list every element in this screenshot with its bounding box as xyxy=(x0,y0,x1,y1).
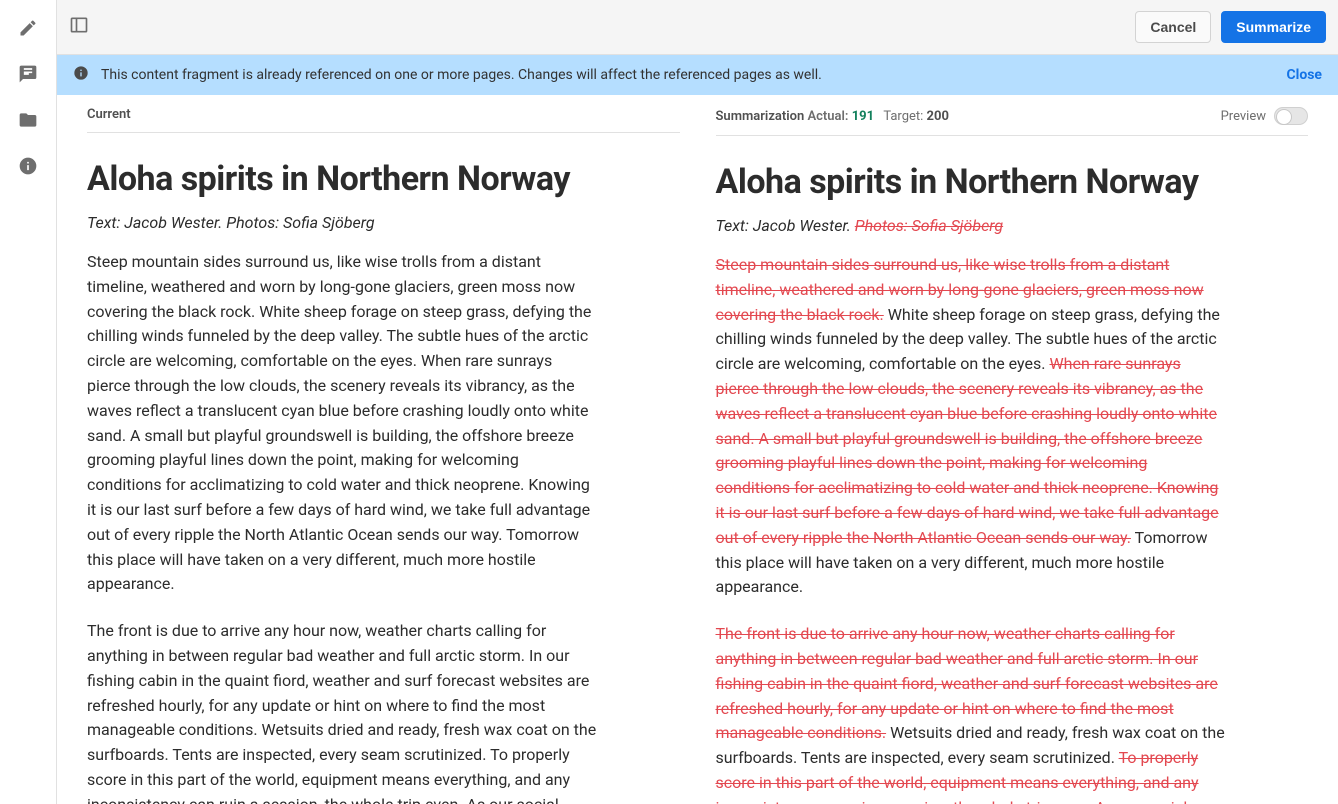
summary-byline: Text: Jacob Wester. Photos: Sofia Sjöber… xyxy=(716,216,1315,235)
side-panel-toggle-icon[interactable] xyxy=(69,15,89,39)
left-rail xyxy=(0,0,57,804)
edit-icon[interactable] xyxy=(18,18,38,38)
summary-column: Summarization Actual: 191 Target: 200 Pr… xyxy=(698,95,1327,804)
target-value: 200 xyxy=(927,109,949,124)
target-label: Target: xyxy=(883,109,923,124)
compare-content: Current Aloha spirits in Northern Norway… xyxy=(57,95,1338,804)
banner-message: This content fragment is already referen… xyxy=(101,67,822,83)
summary-paragraph-2: The front is due to arrive any hour now,… xyxy=(716,622,1226,804)
top-bar: Cancel Summarize xyxy=(57,0,1338,55)
current-header-label: Current xyxy=(87,107,131,122)
info-icon[interactable] xyxy=(18,156,38,176)
summary-header-label: Summarization xyxy=(716,109,805,124)
cancel-button[interactable]: Cancel xyxy=(1135,11,1211,43)
summary-header: Summarization Actual: 191 Target: 200 Pr… xyxy=(716,103,1309,136)
current-column: Current Aloha spirits in Northern Norway… xyxy=(69,95,698,804)
summary-meta: Summarization Actual: 191 Target: 200 xyxy=(716,109,949,124)
folder-icon[interactable] xyxy=(18,110,38,130)
preview-toggle-group: Preview xyxy=(1221,107,1308,125)
current-scroll[interactable]: Aloha spirits in Northern Norway Text: J… xyxy=(69,151,692,804)
current-header: Current xyxy=(87,103,680,133)
actual-label: Actual: xyxy=(807,109,848,124)
byline-kept: Text: Jacob Wester. xyxy=(716,216,855,235)
info-banner: This content fragment is already referen… xyxy=(57,55,1338,95)
annotate-icon[interactable] xyxy=(18,64,38,84)
banner-info-icon xyxy=(73,65,89,85)
summary-scroll[interactable]: Aloha spirits in Northern Norway Text: J… xyxy=(698,154,1321,804)
p1-removed-c: A small but playful groundswell is build… xyxy=(716,429,1203,498)
banner-close-button[interactable]: Close xyxy=(1286,67,1322,83)
p2-removed-a: The front is due to arrive any hour now,… xyxy=(716,624,1175,668)
byline-removed: Photos: Sofia Sjöberg xyxy=(855,216,1003,235)
main-area: Cancel Summarize This content fragment i… xyxy=(57,0,1338,804)
summary-paragraph-1: Steep mountain sides surround us, like w… xyxy=(716,253,1226,600)
current-byline: Text: Jacob Wester. Photos: Sofia Sjöber… xyxy=(87,213,686,232)
preview-switch[interactable] xyxy=(1274,107,1308,125)
actual-value: 191 xyxy=(852,109,874,124)
preview-label: Preview xyxy=(1221,109,1266,124)
current-paragraph-2: The front is due to arrive any hour now,… xyxy=(87,619,597,804)
current-paragraph-1: Steep mountain sides surround us, like w… xyxy=(87,250,597,597)
summary-title: Aloha spirits in Northern Norway xyxy=(716,162,1315,202)
app-root: Cancel Summarize This content fragment i… xyxy=(0,0,1338,804)
current-title: Aloha spirits in Northern Norway xyxy=(87,159,686,199)
summarize-button[interactable]: Summarize xyxy=(1221,11,1326,43)
